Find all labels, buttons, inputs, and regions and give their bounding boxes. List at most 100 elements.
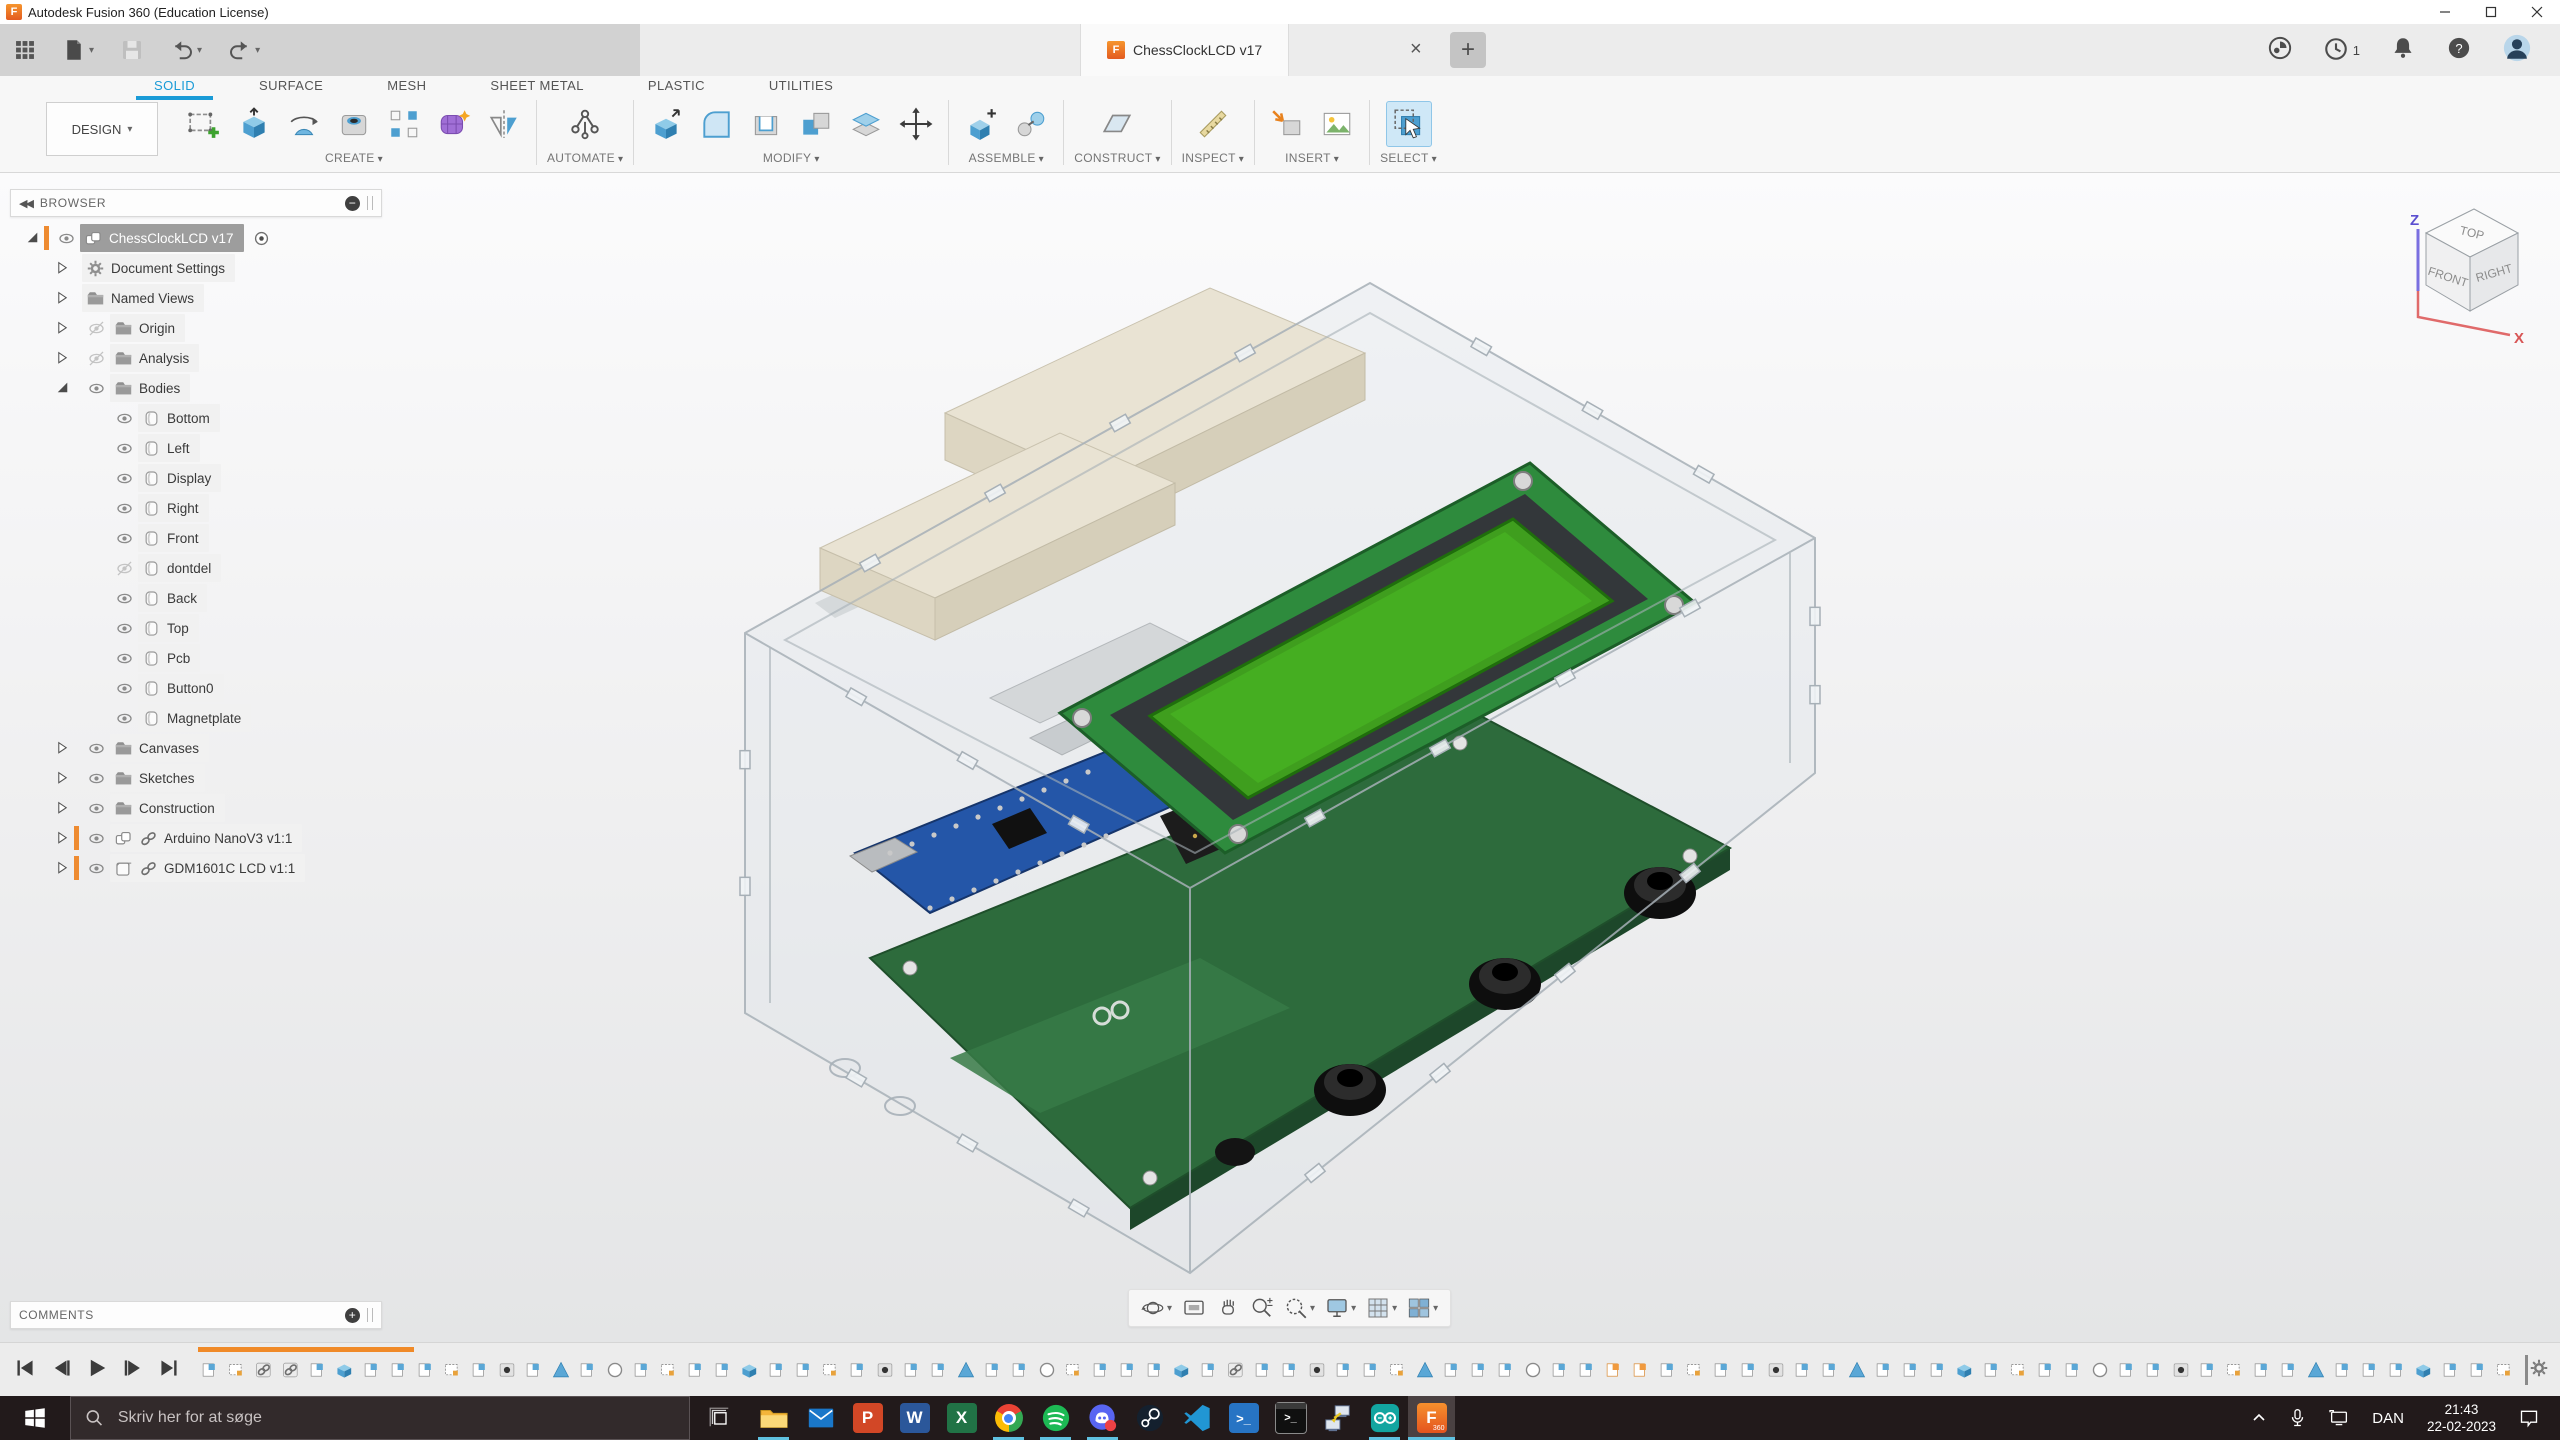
user-avatar[interactable]	[2502, 33, 2532, 68]
timeline-feature-sketch-icon[interactable]	[657, 1357, 681, 1383]
collapse-panel-icon[interactable]: ◀◀	[19, 197, 34, 210]
timeline-feature-sketch-icon[interactable]	[819, 1357, 843, 1383]
language-indicator[interactable]: DAN	[2363, 1396, 2413, 1440]
tree-item-document-settings[interactable]: Document Settings	[10, 253, 382, 283]
timeline-step-forward-button[interactable]	[122, 1357, 144, 1384]
timeline-feature-extrude-icon[interactable]	[1197, 1357, 1221, 1383]
taskbar-search-input[interactable]	[115, 1408, 675, 1428]
timeline-feature-body-icon[interactable]	[333, 1357, 357, 1383]
timeline-play-button[interactable]	[86, 1357, 108, 1384]
save-icon[interactable]	[120, 38, 144, 62]
browser-minimize-icon[interactable]: −	[345, 195, 360, 211]
visibility-eye-icon[interactable]	[110, 679, 138, 698]
timeline-feature-extrude-icon[interactable]	[1467, 1357, 1491, 1383]
visibility-eye-icon[interactable]	[82, 829, 110, 848]
timeline-skip-to-start-button[interactable]	[14, 1357, 36, 1384]
timeline-feature-extrude-icon[interactable]	[2115, 1357, 2139, 1383]
taskbar-app-vscode[interactable]	[1173, 1396, 1220, 1440]
timeline-feature-mirror-icon[interactable]	[549, 1357, 573, 1383]
taskbar-app-word[interactable]: W	[891, 1396, 938, 1440]
timeline-feature-extrude-icon[interactable]	[1143, 1357, 1167, 1383]
tree-item-top[interactable]: Top	[10, 613, 382, 643]
joint-icon[interactable]	[1009, 102, 1053, 146]
look-at-icon[interactable]	[1182, 1296, 1206, 1320]
timeline-feature-extrude-icon[interactable]	[2034, 1357, 2058, 1383]
select-icon[interactable]	[1385, 101, 1432, 147]
timeline-feature-extrude-icon[interactable]	[2277, 1357, 2301, 1383]
close-document-icon[interactable]: ×	[1410, 38, 1422, 61]
timeline-feature-revolve-icon[interactable]	[2088, 1357, 2112, 1383]
taskbar-app-mail[interactable]	[797, 1396, 844, 1440]
expand-arrow-icon[interactable]	[50, 860, 74, 877]
canvas-icon[interactable]	[1315, 102, 1359, 146]
timeline-feature-hole-icon[interactable]	[1764, 1357, 1788, 1383]
timeline-feature-link-icon[interactable]	[1224, 1357, 1248, 1383]
visibility-eye-icon[interactable]	[52, 229, 80, 248]
timeline-settings-gear-icon[interactable]	[2528, 1357, 2550, 1384]
timeline-feature-hole-icon[interactable]	[873, 1357, 897, 1383]
timeline-feature-extrude-icon[interactable]	[792, 1357, 816, 1383]
browser-header[interactable]: ◀◀ BROWSER −	[10, 189, 382, 217]
timeline-feature-extrude-icon[interactable]	[360, 1357, 384, 1383]
timeline-feature-extrude-icon[interactable]	[900, 1357, 924, 1383]
help-icon[interactable]: ?	[2446, 35, 2472, 66]
timeline-feature-extrude-icon[interactable]	[576, 1357, 600, 1383]
timeline-feature-extrude-icon[interactable]	[522, 1357, 546, 1383]
visibility-eye-icon[interactable]	[82, 859, 110, 878]
combine-icon[interactable]	[794, 102, 838, 146]
shell-icon[interactable]	[744, 102, 788, 146]
tree-item-front[interactable]: Front	[10, 523, 382, 553]
expand-arrow-icon[interactable]	[50, 320, 74, 337]
timeline-feature-revolve-icon[interactable]	[603, 1357, 627, 1383]
offset-face-icon[interactable]	[844, 102, 888, 146]
extrude-icon[interactable]	[232, 102, 276, 146]
timeline-feature-sketch-icon[interactable]	[225, 1357, 249, 1383]
ribbon-tab-utilities[interactable]: UTILITIES	[765, 76, 837, 98]
action-center-icon[interactable]	[2510, 1396, 2548, 1440]
taskbar-app-powerpoint[interactable]: P	[844, 1396, 891, 1440]
timeline-feature-extrude-icon[interactable]	[765, 1357, 789, 1383]
timeline-feature-hole-icon[interactable]	[2169, 1357, 2193, 1383]
network-icon[interactable]	[2319, 1396, 2359, 1440]
timeline-feature-sketch-icon[interactable]	[441, 1357, 465, 1383]
timeline-feature-mirror-icon[interactable]	[1413, 1357, 1437, 1383]
taskbar-app-spotify[interactable]	[1032, 1396, 1079, 1440]
undo-icon[interactable]: ▾	[170, 38, 202, 62]
visibility-eye-icon[interactable]	[110, 409, 138, 428]
timeline-feature-extrude-icon[interactable]	[1980, 1357, 2004, 1383]
insert-derive-icon[interactable]	[1265, 102, 1309, 146]
ribbon-tab-solid[interactable]: SOLID	[135, 76, 214, 100]
timeline-feature-extrude-icon[interactable]	[2061, 1357, 2085, 1383]
visibility-eye-icon[interactable]	[110, 649, 138, 668]
timeline-feature-sketch-icon[interactable]	[1683, 1357, 1707, 1383]
collapse-arrow-icon[interactable]	[20, 230, 44, 247]
timeline-step-back-button[interactable]	[50, 1357, 72, 1384]
expand-arrow-icon[interactable]	[50, 830, 74, 847]
minimize-button[interactable]	[2422, 0, 2468, 24]
timeline-feature-sketch-icon[interactable]	[2223, 1357, 2247, 1383]
expand-arrow-icon[interactable]	[50, 800, 74, 817]
automate-icon[interactable]	[563, 102, 607, 146]
visibility-eye-icon[interactable]	[82, 799, 110, 818]
tree-item-pcb[interactable]: Pcb	[10, 643, 382, 673]
ribbon-group-label[interactable]: CONSTRUCT	[1074, 151, 1152, 165]
timeline-feature-extrude-icon[interactable]	[1494, 1357, 1518, 1383]
job-status-icon[interactable]: 1	[2323, 36, 2360, 65]
timeline-feature-body-icon[interactable]	[1170, 1357, 1194, 1383]
workspace-switcher[interactable]: DESIGN ▾	[46, 102, 158, 156]
task-view-button[interactable]	[690, 1396, 750, 1440]
timeline-feature-revolve-icon[interactable]	[1521, 1357, 1545, 1383]
timeline-feature-revolve-icon[interactable]	[1035, 1357, 1059, 1383]
tree-item-canvases[interactable]: Canvases	[10, 733, 382, 763]
tree-item-back[interactable]: Back	[10, 583, 382, 613]
timeline-feature-body-icon[interactable]	[738, 1357, 762, 1383]
expand-arrow-icon[interactable]	[50, 260, 74, 277]
visibility-eye-icon[interactable]	[110, 589, 138, 608]
construction-plane-icon[interactable]	[1095, 102, 1139, 146]
timeline-feature-extrude-icon[interactable]	[1818, 1357, 1842, 1383]
expand-arrow-icon[interactable]	[50, 740, 74, 757]
activate-component-radio[interactable]	[252, 229, 271, 248]
hidden-icons-chevron[interactable]	[2242, 1396, 2276, 1440]
pan-icon[interactable]	[1216, 1296, 1240, 1320]
taskbar-app-arduino-ide[interactable]	[1361, 1396, 1408, 1440]
